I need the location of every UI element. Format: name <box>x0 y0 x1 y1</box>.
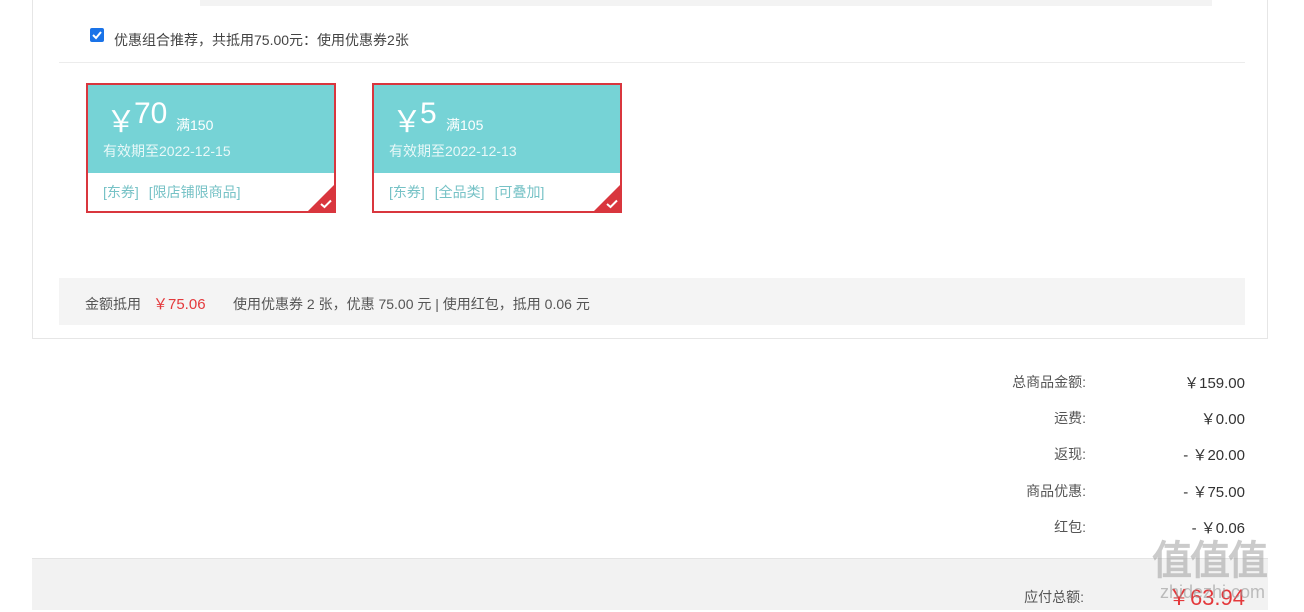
coupon-tags: [东券] [全品类] [可叠加] <box>389 182 554 202</box>
watermark-url: zhidezhi.com <box>1160 582 1266 602</box>
coupon-tag: [东券] <box>389 184 425 200</box>
coupon-condition: 满150 <box>176 117 214 133</box>
selected-check-icon <box>606 199 618 209</box>
cashback-value: - ￥20.00 <box>1183 447 1245 464</box>
coupon-tags: [东券] [限店铺限商品] <box>103 182 251 202</box>
coupon-currency: ￥ <box>106 106 136 139</box>
coupon-card[interactable]: ￥ 70 满150 有效期至2022-12-15 [东券] [限店铺限商品] <box>86 83 336 213</box>
shipping-value: ￥0.00 <box>1200 411 1245 428</box>
coupon-validity: 有效期至2022-12-15 <box>103 143 231 159</box>
discount-summary-bar: 金额抵用 ￥75.06 使用优惠券 2 张，优惠 75.00 元 | 使用红包，… <box>59 278 1245 325</box>
goods-discount-value: - ￥75.00 <box>1183 484 1245 501</box>
coupon-card[interactable]: ￥ 5 满105 有效期至2022-12-13 [东券] [全品类] [可叠加] <box>372 83 622 213</box>
coupon-header: ￥ 70 满150 有效期至2022-12-15 <box>88 85 334 173</box>
combo-checkbox[interactable] <box>90 28 104 42</box>
coupon-tag: [东券] <box>103 184 139 200</box>
red-packet-label: 红包: <box>1054 519 1086 535</box>
watermark-logo: 值值值 <box>1152 539 1268 583</box>
combo-recommendation-text: 优惠组合推荐，共抵用75.00元：使用优惠券2张 <box>114 32 409 48</box>
coupon-amount: 5 <box>420 97 437 130</box>
total-goods-value: ￥159.00 <box>1184 375 1245 392</box>
goods-discount-label: 商品优惠: <box>1026 483 1086 499</box>
cashback-label: 返现: <box>1054 446 1086 462</box>
coupon-validity: 有效期至2022-12-13 <box>389 143 517 159</box>
coupon-tag: [可叠加] <box>494 184 545 200</box>
shipping-label: 运费: <box>1054 410 1086 426</box>
summary-label: 金额抵用 <box>85 296 141 312</box>
coupon-header: ￥ 5 满105 有效期至2022-12-13 <box>374 85 620 173</box>
coupon-amount: 70 <box>134 97 168 130</box>
summary-description: 使用优惠券 2 张，优惠 75.00 元 | 使用红包，抵用 0.06 元 <box>233 296 590 312</box>
summary-amount: ￥75.06 <box>153 296 206 313</box>
coupon-tag: [全品类] <box>434 184 485 200</box>
selected-check-icon <box>320 199 332 209</box>
payable-label: 应付总额: <box>1024 589 1084 605</box>
coupon-condition: 满105 <box>446 117 484 133</box>
coupon-tag: [限店铺限商品] <box>148 184 241 200</box>
check-icon <box>92 31 102 40</box>
coupon-currency: ￥ <box>392 106 422 139</box>
combo-recommendation-row: 优惠组合推荐，共抵用75.00元：使用优惠券2张 <box>58 6 1244 62</box>
total-goods-label: 总商品金额: <box>1012 374 1086 390</box>
